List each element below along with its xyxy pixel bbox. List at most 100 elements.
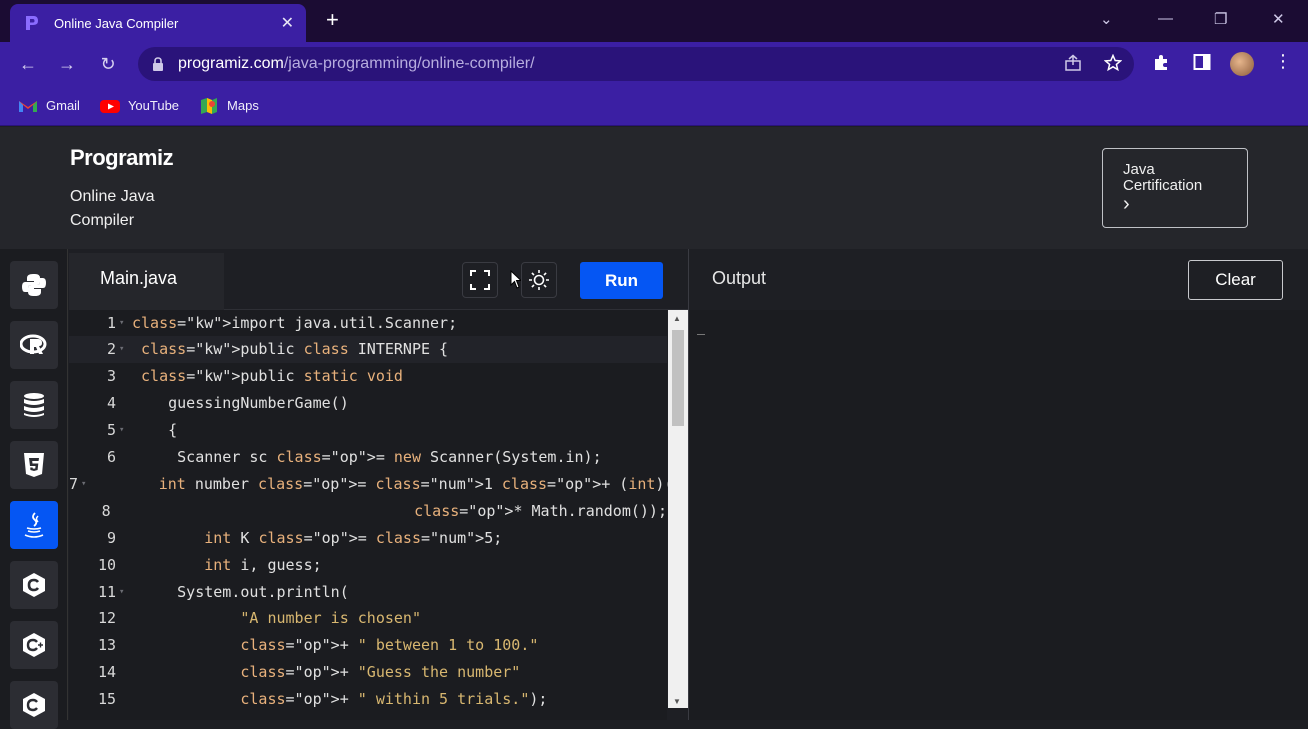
code-line[interactable]: 4 guessingNumberGame() — [69, 390, 667, 417]
r-icon — [20, 334, 47, 354]
sidebar-item-c[interactable] — [10, 561, 58, 609]
fold-arrow-icon[interactable]: ▾ — [78, 479, 86, 489]
sidebar-item-cpp[interactable] — [10, 621, 58, 669]
code-text: class="op">+ " within 5 trials."); — [240, 690, 548, 709]
csharp-icon — [23, 693, 45, 717]
profile-avatar[interactable] — [1230, 52, 1254, 76]
fold-arrow-icon[interactable]: ▾ — [116, 425, 132, 435]
code-line[interactable]: 1 ▾ class="kw">import java.util.Scanner; — [69, 309, 667, 336]
tab-search-icon[interactable]: ⌄ — [1100, 10, 1113, 28]
minimize-icon[interactable]: — — [1158, 10, 1173, 27]
browser-tab[interactable]: Online Java Compiler ✕ — [10, 4, 306, 42]
c-icon — [23, 573, 45, 597]
code-line[interactable]: 7 ▾ int number class="op">= class="num">1… — [69, 470, 809, 497]
address-bar[interactable]: programiz.com/java-programming/online-co… — [138, 47, 1134, 81]
code-line[interactable]: 6 Scanner sc class="op">= new Scanner(Sy… — [69, 444, 667, 471]
fold-arrow-icon[interactable]: ▾ — [116, 587, 132, 597]
sidebar-item-r[interactable] — [10, 321, 58, 369]
python-icon — [22, 274, 46, 296]
line-number: 3 — [106, 367, 116, 386]
code-line[interactable]: 11 ▾ System.out.println( — [69, 578, 667, 605]
programiz-favicon-icon — [26, 16, 38, 30]
code-line[interactable]: 10 int i, guess; — [69, 551, 667, 578]
code-line[interactable]: 5 ▾ { — [69, 417, 667, 444]
file-tab-main-java[interactable]: Main.java — [69, 253, 224, 310]
line-number: 11 — [97, 582, 116, 601]
sidebar-item-html[interactable] — [10, 441, 58, 489]
fold-arrow-icon[interactable]: ▾ — [116, 344, 132, 354]
fullscreen-button[interactable] — [462, 262, 498, 298]
code-text: { — [132, 421, 178, 440]
url-host: programiz.com — [178, 55, 284, 72]
lock-icon — [153, 57, 163, 71]
sidebar-item-java[interactable] — [10, 501, 58, 549]
sidebar-item-python[interactable] — [10, 261, 58, 309]
theme-toggle-button[interactable] — [521, 262, 557, 298]
bookmark-maps[interactable]: Maps — [199, 97, 259, 114]
cert-label: Java Certification — [1123, 161, 1203, 194]
url-path: /java-programming/online-compiler/ — [283, 55, 535, 72]
code-line[interactable]: 8 class="op">* Math.random()); — [69, 497, 667, 524]
line-number: 15 — [97, 690, 116, 709]
extensions-icon[interactable] — [1152, 53, 1170, 71]
sun-icon — [529, 270, 549, 290]
code-line[interactable]: 9 int K class="op">= class="num">5; — [69, 524, 667, 551]
browser-menu-icon[interactable]: ⋮ — [1274, 51, 1292, 72]
bookmark-youtube-label: YouTube — [127, 98, 180, 113]
output-cursor — [697, 334, 705, 335]
browser-toolbar: ← → ↻ programiz.com/java-programming/onl… — [0, 42, 1308, 86]
cpp-icon — [23, 633, 45, 657]
code-editor[interactable]: 1 ▾ class="kw">import java.util.Scanner; 2 ▾… — [69, 309, 809, 720]
clear-button[interactable]: Clear — [1188, 260, 1283, 300]
line-number: 2 — [106, 340, 116, 359]
sidebar-item-sql[interactable] — [10, 381, 58, 429]
line-number: 4 — [106, 394, 116, 413]
code-text: int i, guess; — [204, 555, 322, 574]
code-line[interactable]: 2 ▾ class="kw">public class INTERNPE { — [69, 335, 667, 363]
code-text: class="op">+ " between 1 to 100." — [240, 636, 539, 655]
fullscreen-icon — [470, 270, 490, 290]
code-line[interactable]: 12 "A number is chosen" — [69, 605, 667, 632]
code-text: class="op">* Math.random()); — [414, 501, 667, 520]
forward-icon[interactable]: → — [55, 52, 79, 76]
code-line[interactable]: 15 class="op">+ " within 5 trials."); — [69, 686, 667, 713]
editor-scrollbar[interactable]: ▲ ▼ — [668, 310, 688, 708]
fold-arrow-icon[interactable]: ▾ — [116, 318, 132, 328]
chevron-right-icon: › — [1123, 193, 1130, 215]
reload-icon[interactable]: ↻ — [96, 52, 120, 76]
java-icon — [24, 512, 44, 538]
bookmark-youtube[interactable]: YouTube — [99, 98, 180, 114]
sidebar-item-csharp[interactable] — [10, 681, 58, 729]
scrollbar-thumb[interactable] — [672, 330, 684, 426]
maximize-icon[interactable]: ❐ — [1214, 10, 1227, 28]
share-icon[interactable] — [1064, 54, 1082, 72]
java-certification-button[interactable]: Java Certification › — [1102, 148, 1248, 228]
code-text: Scanner sc class="op">= new Scanner(Syst… — [132, 448, 602, 466]
bookmark-gmail[interactable]: Gmail — [18, 98, 80, 114]
code-line[interactable]: 3 class="kw">public static void — [69, 363, 667, 390]
bookmark-gmail-label: Gmail — [46, 98, 80, 113]
scroll-up-icon[interactable]: ▲ — [673, 314, 681, 323]
code-text: int K class="op">= class="num">5; — [204, 528, 503, 547]
run-button[interactable]: Run — [580, 262, 663, 299]
new-tab-icon[interactable]: + — [326, 9, 339, 31]
site-header: Programiz Online Java Compiler Java Cert… — [0, 127, 1308, 249]
code-line[interactable]: 14 class="op">+ "Guess the number" — [69, 659, 667, 686]
close-tab-icon[interactable]: ✕ — [281, 13, 294, 33]
output-console[interactable] — [689, 310, 1308, 720]
page-subtitle: Online Java Compiler — [70, 188, 155, 229]
programiz-logo[interactable]: Programiz — [70, 145, 174, 171]
bookmark-star-icon[interactable] — [1104, 54, 1122, 72]
code-line[interactable]: 13 class="op">+ " between 1 to 100." — [69, 632, 667, 659]
code-text: class="kw">public static void — [141, 367, 403, 386]
line-number: 7 — [69, 474, 79, 493]
bookmark-maps-label: Maps — [227, 98, 259, 113]
line-number: 10 — [97, 555, 116, 574]
side-panel-icon[interactable] — [1193, 53, 1211, 71]
bookmarks-bar: Gmail YouTube Maps — [0, 86, 1308, 126]
back-icon[interactable]: ← — [16, 52, 40, 76]
code-text: System.out.println( — [132, 582, 349, 601]
scroll-down-icon[interactable]: ▼ — [673, 697, 681, 706]
close-window-icon[interactable]: ✕ — [1272, 10, 1285, 28]
line-number: 6 — [106, 448, 116, 466]
